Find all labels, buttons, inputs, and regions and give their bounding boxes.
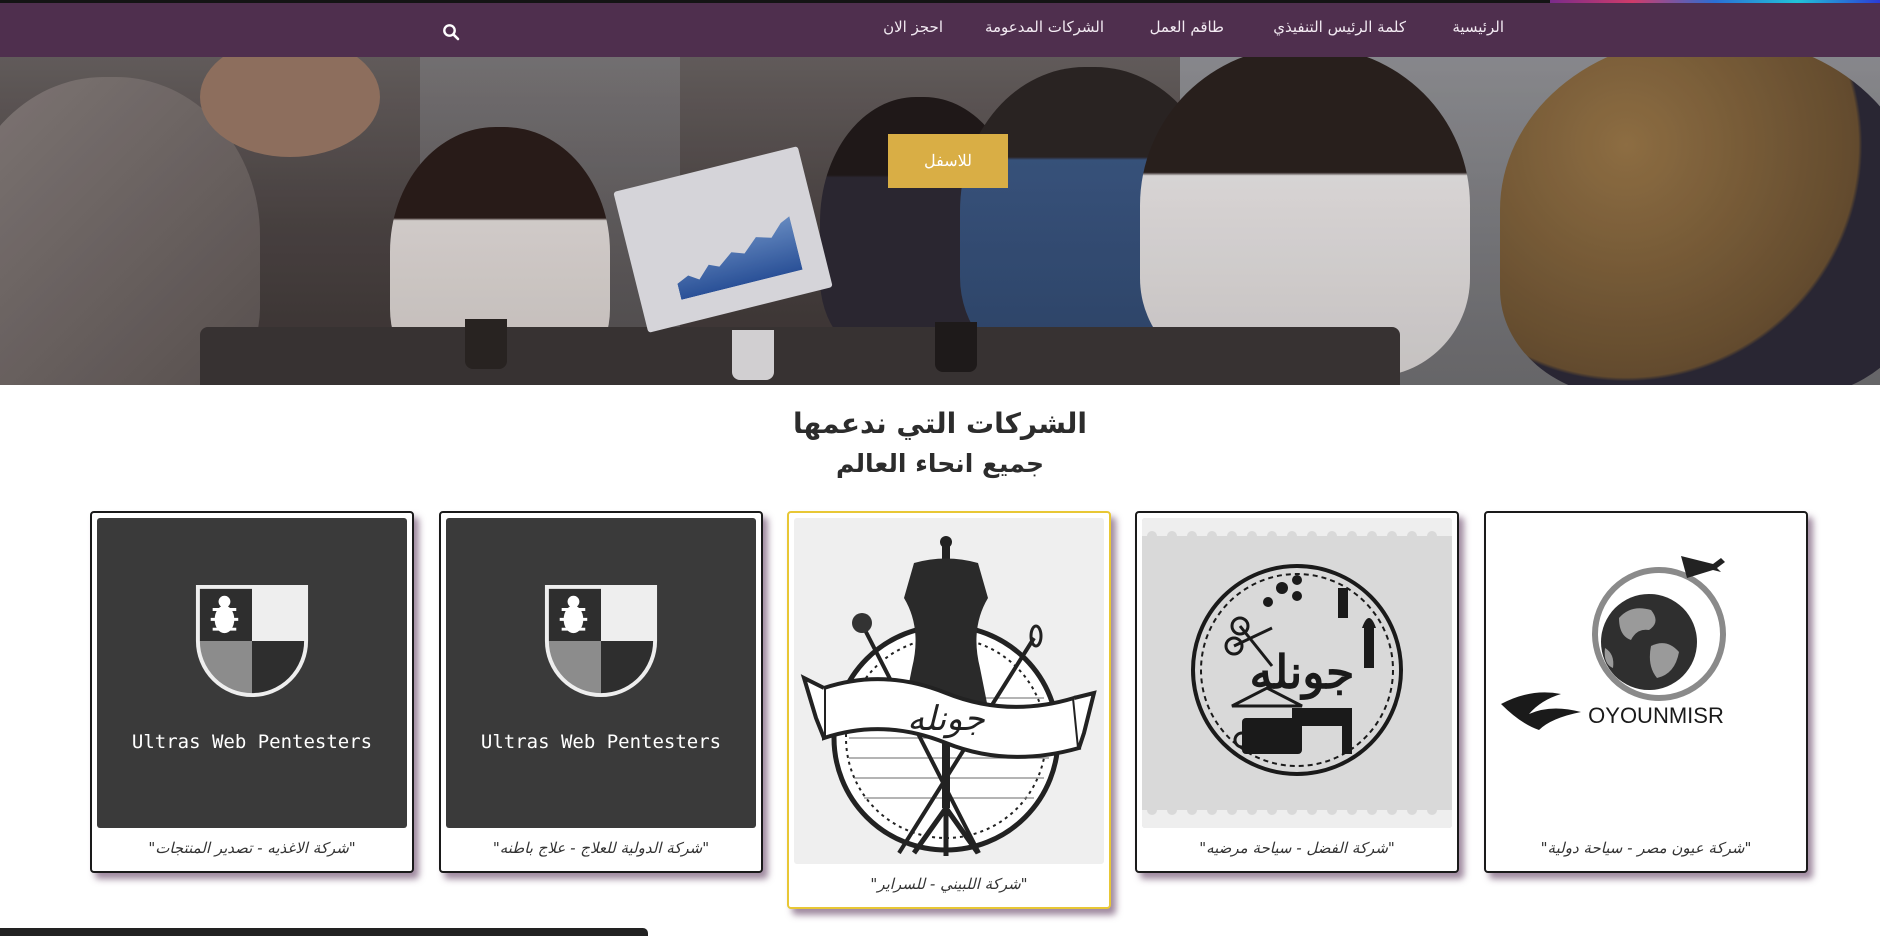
dress-form-logo-icon: جونله — [800, 536, 1097, 856]
company-logo: Ultras Web Pentesters — [446, 518, 756, 828]
globe-plane-logo-icon: OYOUNMISR — [1501, 556, 1726, 730]
hero-banner — [0, 57, 1880, 385]
section-title: الشركات التي ندعمها — [793, 407, 1087, 440]
company-logo: OYOUNMISR — [1491, 518, 1801, 828]
company-card[interactable]: Ultras Web Pentesters "شركة الاغذيه - تص… — [90, 511, 414, 873]
company-card[interactable]: OYOUNMISR "شركة عيون مصر - سياحة دولية" — [1484, 511, 1808, 873]
logo-text: OYOUNMISR — [1588, 703, 1724, 728]
company-card-featured[interactable]: جونله "شركة اللبيني - للسراير" — [787, 511, 1111, 909]
logo-text: جونله — [907, 699, 986, 739]
company-caption: "شركة الاغذيه - تصدير المنتجات" — [148, 839, 356, 857]
search-icon[interactable] — [442, 23, 460, 41]
company-card[interactable]: Ultras Web Pentesters "شركة الدولية للعل… — [439, 511, 763, 873]
section-subtitle: جميع انحاء العالم — [835, 449, 1045, 478]
logo-text: Ultras Web Pentesters — [131, 731, 373, 753]
shield-icon — [195, 584, 309, 698]
hero-overlay — [0, 57, 1880, 385]
scroll-down-button[interactable]: للاسفل — [888, 134, 1008, 188]
company-logo: جونله — [1142, 518, 1452, 828]
company-logo: Ultras Web Pentesters — [97, 518, 407, 828]
company-logo: جونله — [794, 518, 1104, 864]
nav-item-book-now[interactable]: احجز الان — [883, 18, 943, 36]
nav-item-ceo-word[interactable]: كلمة الرئيس التنفيذي — [1273, 18, 1406, 36]
nav-item-home[interactable]: الرئيسية — [1452, 18, 1504, 36]
bottom-notification-bar — [0, 928, 648, 936]
company-card[interactable]: جونله "شركة الفضل - سياحة مرضيه" — [1135, 511, 1459, 873]
sewing-logo-icon: جونله — [1142, 518, 1452, 828]
navbar: الرئيسية كلمة الرئيس التنفيذي طاقم العمل… — [0, 3, 1880, 57]
logo-text: جونله — [1250, 645, 1355, 700]
logo-text: Ultras Web Pentesters — [480, 731, 722, 753]
company-caption: "شركة الدولية للعلاج - علاج باطنه" — [492, 839, 710, 857]
shield-icon — [544, 584, 658, 698]
company-caption: "شركة الفضل - سياحة مرضيه" — [1199, 839, 1395, 857]
company-caption: "شركة عيون مصر - سياحة دولية" — [1540, 839, 1752, 857]
nav-item-supported-companies[interactable]: الشركات المدعومة — [985, 18, 1104, 36]
nav-item-staff[interactable]: طاقم العمل — [1150, 18, 1224, 36]
company-caption: "شركة اللبيني - للسراير" — [870, 875, 1028, 893]
